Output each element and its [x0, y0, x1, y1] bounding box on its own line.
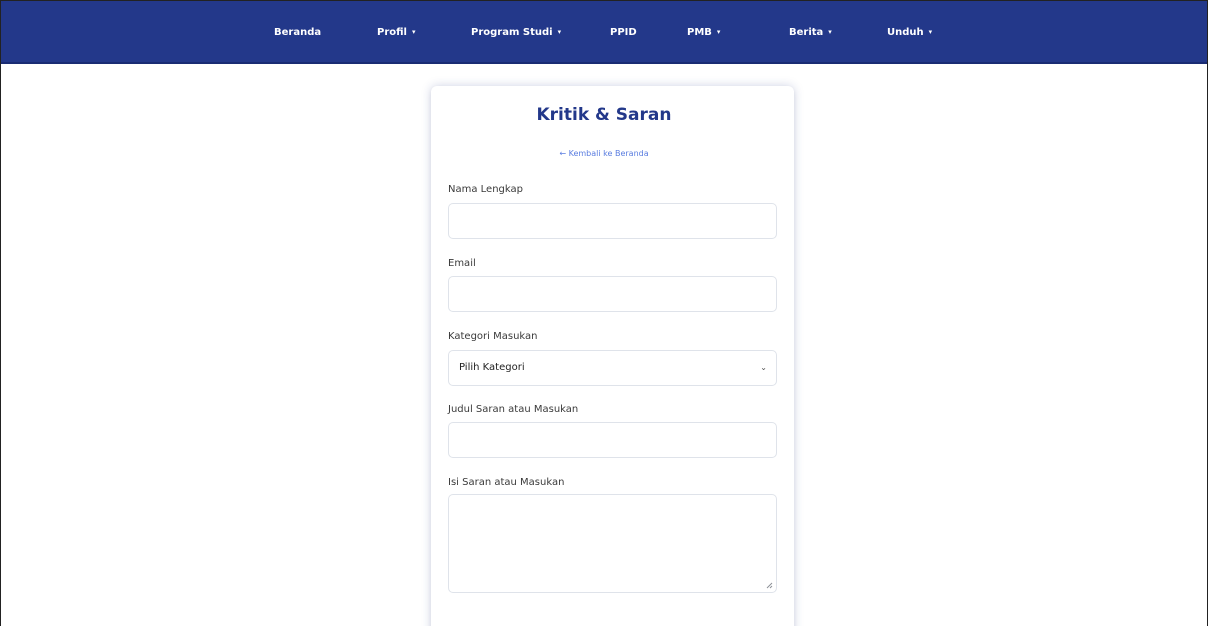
nav-item-pmb[interactable]: PMB ▾	[687, 1, 720, 64]
email-input[interactable]	[448, 276, 777, 312]
chevron-down-icon: ⌄	[760, 363, 767, 372]
nav-label: Unduh	[887, 27, 924, 38]
message-textarea[interactable]	[448, 494, 777, 593]
caret-down-icon: ▾	[411, 28, 416, 36]
name-input[interactable]	[448, 203, 777, 239]
category-select[interactable]: Pilih Kategori ⌄	[448, 350, 777, 386]
message-label: Isi Saran atau Masukan	[448, 477, 565, 488]
caret-down-icon: ▾	[828, 28, 832, 36]
name-label: Nama Lengkap	[448, 184, 523, 195]
subject-input[interactable]	[448, 422, 777, 458]
category-label: Kategori Masukan	[448, 331, 538, 342]
resize-handle-icon[interactable]	[766, 582, 773, 589]
nav-label: PPID	[610, 27, 637, 38]
nav-label: Program Studi	[471, 27, 553, 38]
email-label: Email	[448, 258, 476, 269]
page-frame: Beranda Profil ▾ Program Studi ▾ PPID PMB ▾…	[0, 0, 1208, 626]
caret-down-icon: ▾	[928, 28, 933, 36]
category-selected-value: Pilih Kategori	[459, 362, 525, 373]
nav-item-unduh[interactable]: Unduh ▾	[887, 1, 932, 64]
nav-item-berita[interactable]: Berita ▾	[789, 1, 832, 64]
navbar: Beranda Profil ▾ Program Studi ▾ PPID PMB ▾…	[1, 1, 1207, 64]
nav-item-beranda[interactable]: Beranda	[274, 1, 321, 64]
page-title: Kritik & Saran	[536, 105, 672, 125]
caret-down-icon: ▾	[557, 28, 562, 36]
nav-label: Berita	[789, 27, 824, 38]
back-to-home-link[interactable]: ← Kembali ke Beranda	[1, 149, 1207, 158]
nav-item-ppid[interactable]: PPID	[610, 1, 637, 64]
subject-label: Judul Saran atau Masukan	[448, 404, 579, 415]
nav-label: PMB	[687, 27, 712, 38]
nav-item-profil[interactable]: Profil ▾	[377, 1, 416, 64]
caret-down-icon: ▾	[716, 28, 721, 36]
nav-label: Beranda	[274, 27, 322, 38]
nav-label: Profil	[377, 27, 407, 38]
nav-item-program-studi[interactable]: Program Studi ▾	[471, 1, 561, 64]
